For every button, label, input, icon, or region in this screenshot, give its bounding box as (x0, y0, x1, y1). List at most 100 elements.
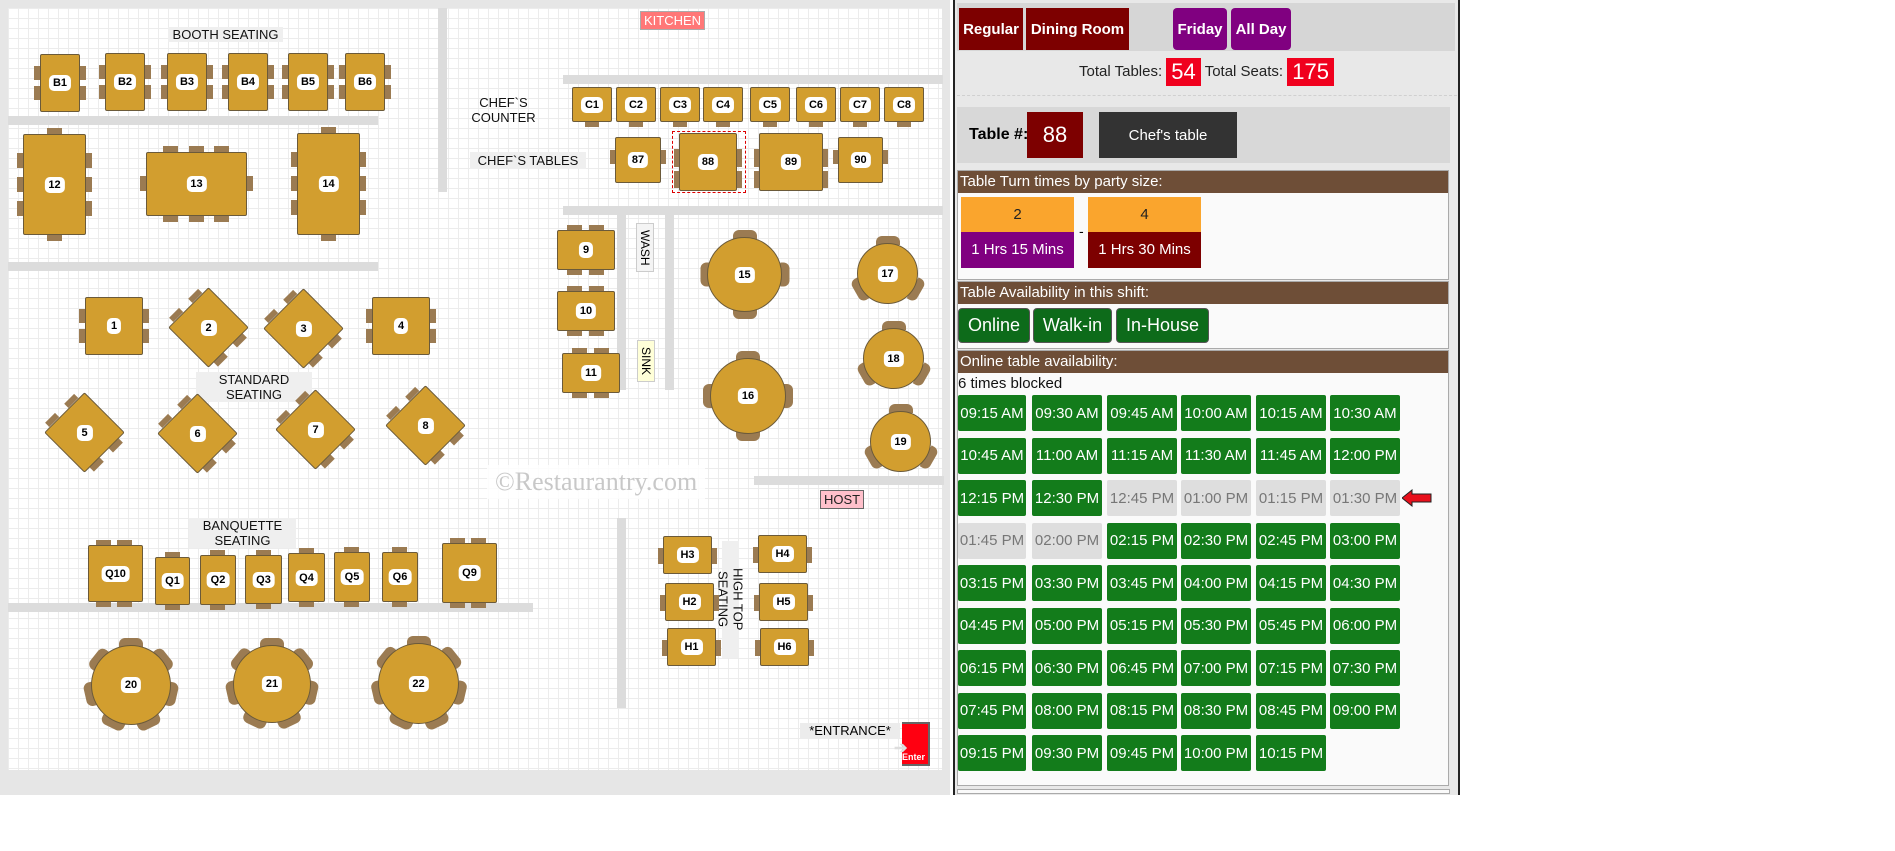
floor-table[interactable]: 7 (275, 389, 356, 470)
floor-table[interactable]: 17 (849, 236, 926, 304)
time-slot[interactable]: 09:15 PM (958, 735, 1026, 771)
floor-table[interactable]: Q9 (442, 538, 497, 608)
floor-table[interactable]: C2 (616, 87, 656, 127)
floor-table[interactable]: B2 (99, 53, 151, 111)
time-slot[interactable]: 12:00 PM (1330, 437, 1400, 474)
time-slot[interactable]: 02:45 PM (1256, 522, 1326, 559)
time-slot[interactable]: 03:15 PM (958, 565, 1026, 601)
time-slot[interactable]: 01:00 PM (1181, 480, 1251, 516)
time-slot[interactable]: 02:15 PM (1107, 522, 1177, 559)
table-name-button[interactable]: Chef's table (1099, 112, 1237, 158)
time-slot[interactable]: 10:45 AM (958, 437, 1026, 474)
area-button[interactable]: Dining Room (1026, 8, 1129, 50)
time-slot[interactable]: 04:15 PM (1256, 565, 1326, 601)
floor-table[interactable]: B1 (34, 54, 86, 112)
floor-table[interactable]: 1 (79, 297, 149, 355)
floor-table[interactable]: 21 (224, 638, 320, 731)
floor-table[interactable]: B5 (282, 53, 334, 111)
time-slot[interactable]: 04:45 PM (958, 607, 1026, 644)
floor-table[interactable]: C3 (660, 87, 700, 127)
floor-table[interactable]: Q1 (155, 552, 190, 610)
time-slot[interactable]: 12:15 PM (958, 480, 1026, 516)
floor-table[interactable]: H1 (662, 628, 721, 666)
time-slot[interactable]: 05:00 PM (1032, 607, 1102, 644)
floor-table[interactable]: H2 (660, 583, 719, 621)
floor-table[interactable]: 4 (366, 297, 436, 355)
floor-table[interactable]: 13 (140, 146, 253, 222)
time-slot[interactable]: 04:30 PM (1330, 565, 1400, 601)
floor-table[interactable]: Q2 (200, 550, 236, 610)
floor-table[interactable]: 15 (700, 230, 789, 319)
floor-table[interactable]: B6 (339, 53, 391, 111)
floor-table[interactable]: 12 (17, 128, 92, 241)
time-slot[interactable]: 02:30 PM (1181, 522, 1251, 559)
period-button[interactable]: All Day (1231, 8, 1291, 50)
time-slot[interactable]: 11:00 AM (1032, 437, 1102, 474)
time-slot[interactable]: 03:30 PM (1032, 565, 1102, 601)
floor-table[interactable]: 8 (385, 385, 466, 466)
floor-table[interactable]: 87 (610, 137, 666, 183)
time-slot[interactable]: 05:30 PM (1181, 607, 1251, 644)
time-slot[interactable]: 07:30 PM (1330, 650, 1400, 686)
time-slot[interactable]: 09:15 AM (958, 395, 1026, 431)
time-slot[interactable]: 11:30 AM (1181, 437, 1251, 474)
time-slot[interactable]: 01:15 PM (1256, 480, 1326, 516)
floor-table[interactable]: 14 (291, 127, 366, 241)
day-button[interactable]: Friday (1173, 8, 1227, 50)
floor-table[interactable]: Q6 (382, 547, 418, 607)
time-slot[interactable]: 06:30 PM (1032, 650, 1102, 686)
floor-table[interactable]: H4 (753, 535, 812, 573)
time-slot[interactable]: 08:00 PM (1032, 692, 1102, 729)
time-slot[interactable]: 09:30 PM (1032, 735, 1102, 771)
floor-table[interactable]: C6 (796, 87, 836, 127)
time-slot[interactable]: 09:45 PM (1107, 735, 1177, 771)
time-slot[interactable]: 09:30 AM (1032, 395, 1102, 431)
time-slot[interactable]: 10:00 PM (1181, 735, 1251, 771)
time-slot[interactable]: 10:15 AM (1256, 395, 1326, 431)
floor-table[interactable]: 89 (754, 133, 828, 191)
floor-table[interactable]: Q3 (245, 550, 282, 609)
walk-in-button[interactable]: Walk-in (1033, 308, 1112, 343)
floor-table[interactable]: C8 (884, 87, 924, 127)
floor-table[interactable]: C7 (840, 87, 880, 127)
time-slot[interactable]: 05:45 PM (1256, 607, 1326, 644)
online-button[interactable]: Online (958, 308, 1030, 343)
floor-table[interactable]: Q5 (334, 547, 370, 607)
floor-table[interactable]: 6 (157, 393, 238, 474)
floor-table[interactable]: C5 (750, 87, 790, 127)
floor-table[interactable]: 2 (168, 287, 249, 368)
floor-table[interactable]: 18 (855, 321, 932, 389)
floor-table[interactable]: C1 (572, 87, 612, 127)
time-slot[interactable]: 07:15 PM (1256, 650, 1326, 686)
time-slot[interactable]: 03:00 PM (1330, 522, 1400, 559)
time-slot[interactable]: 12:30 PM (1032, 480, 1102, 516)
time-slot[interactable]: 11:15 AM (1107, 437, 1177, 474)
time-slot[interactable]: 08:45 PM (1256, 692, 1326, 729)
time-slot[interactable]: 04:00 PM (1181, 565, 1251, 601)
time-slot[interactable]: 06:00 PM (1330, 607, 1400, 644)
time-slot[interactable]: 07:00 PM (1181, 650, 1251, 686)
time-slot[interactable]: 01:45 PM (958, 522, 1026, 559)
time-slot[interactable]: 09:00 PM (1330, 692, 1400, 729)
time-slot[interactable]: 02:00 PM (1032, 522, 1102, 559)
floor-table[interactable]: 9 (557, 225, 615, 275)
time-slot[interactable]: 06:15 PM (958, 650, 1026, 686)
floor-table[interactable]: 90 (833, 137, 888, 183)
floor-table[interactable]: Q10 (88, 540, 143, 607)
floor-table[interactable]: B3 (161, 53, 213, 111)
time-slot[interactable]: 07:45 PM (958, 692, 1026, 729)
floor-table[interactable]: 10 (557, 286, 615, 336)
time-slot[interactable]: 05:15 PM (1107, 607, 1177, 644)
floor-table[interactable]: 16 (703, 351, 793, 441)
shift-button[interactable]: Regular (959, 8, 1023, 50)
floor-table[interactable]: H6 (755, 628, 814, 666)
time-slot[interactable]: 11:45 AM (1256, 437, 1326, 474)
time-slot[interactable]: 12:45 PM (1107, 480, 1177, 516)
floor-table[interactable]: H3 (658, 536, 717, 574)
time-slot[interactable]: 10:30 AM (1330, 395, 1400, 431)
floor-table[interactable]: 22 (369, 636, 468, 732)
floor-table[interactable]: 3 (263, 288, 344, 369)
floor-table[interactable]: B4 (222, 53, 274, 111)
time-slot[interactable]: 03:45 PM (1107, 565, 1177, 601)
time-slot[interactable]: 09:45 AM (1107, 395, 1177, 431)
